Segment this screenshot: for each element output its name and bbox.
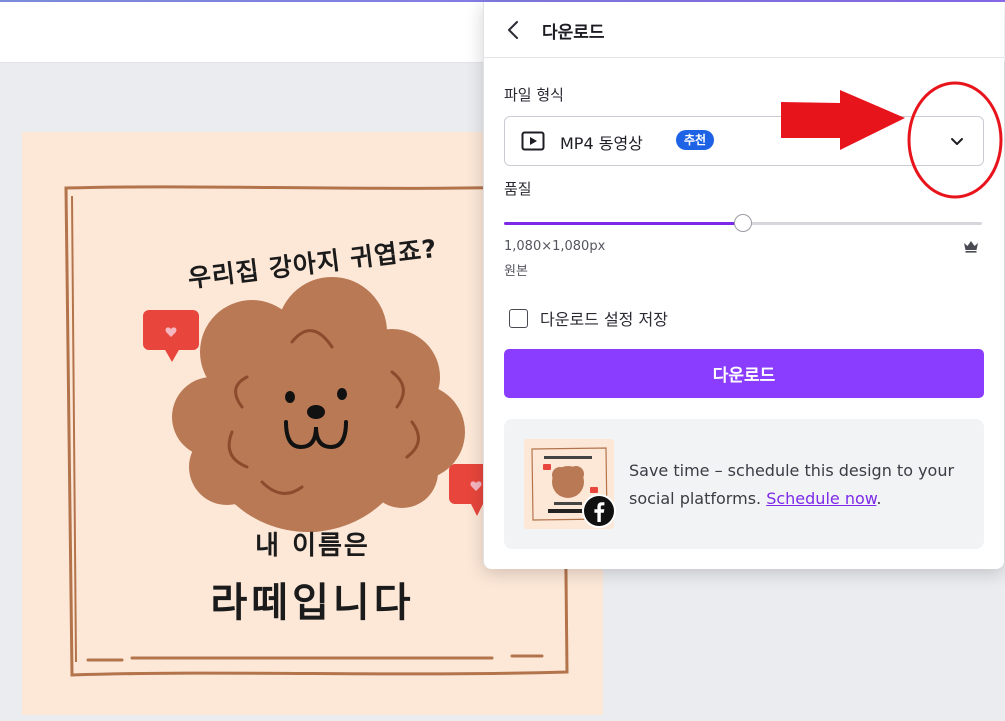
- resolution-note: 원본: [504, 264, 528, 279]
- chevron-down-icon[interactable]: [947, 131, 967, 155]
- resolution-text: 1,080×1,080px: [504, 239, 606, 254]
- quality-label: 품질: [504, 180, 532, 198]
- file-type-label: 파일 형식: [504, 86, 564, 104]
- crown-icon: [963, 238, 979, 257]
- download-panel: 다운로드 파일 형식 MP4 동영상 추천 품질 1,080×1,080px 원…: [483, 2, 1004, 569]
- file-type-value: MP4 동영상: [560, 134, 643, 153]
- download-button[interactable]: 다운로드: [504, 349, 984, 398]
- panel-title: 다운로드: [542, 23, 605, 43]
- file-type-select[interactable]: MP4 동영상 추천: [504, 116, 984, 166]
- save-settings-label: 다운로드 설정 저장: [540, 310, 668, 329]
- promo-trailing: .: [876, 489, 882, 508]
- save-settings-checkbox[interactable]: [509, 309, 528, 328]
- recommended-badge: 추천: [676, 130, 715, 150]
- chevron-left-icon[interactable]: [502, 18, 526, 42]
- poodle-head: [172, 277, 465, 532]
- panel-header: 다운로드: [484, 2, 1004, 58]
- quality-slider[interactable]: [504, 212, 982, 236]
- facebook-icon: [582, 494, 616, 532]
- heart-bubble-left: [143, 310, 199, 362]
- slider-fill: [504, 222, 743, 225]
- promo-message: Save time – schedule this design to your…: [629, 457, 969, 513]
- design-name: 라떼입니다: [210, 580, 415, 626]
- schedule-now-link[interactable]: Schedule now: [766, 489, 876, 508]
- slider-thumb[interactable]: [734, 214, 752, 232]
- video-play-icon: [521, 131, 545, 155]
- schedule-promo: Save time – schedule this design to your…: [504, 419, 984, 549]
